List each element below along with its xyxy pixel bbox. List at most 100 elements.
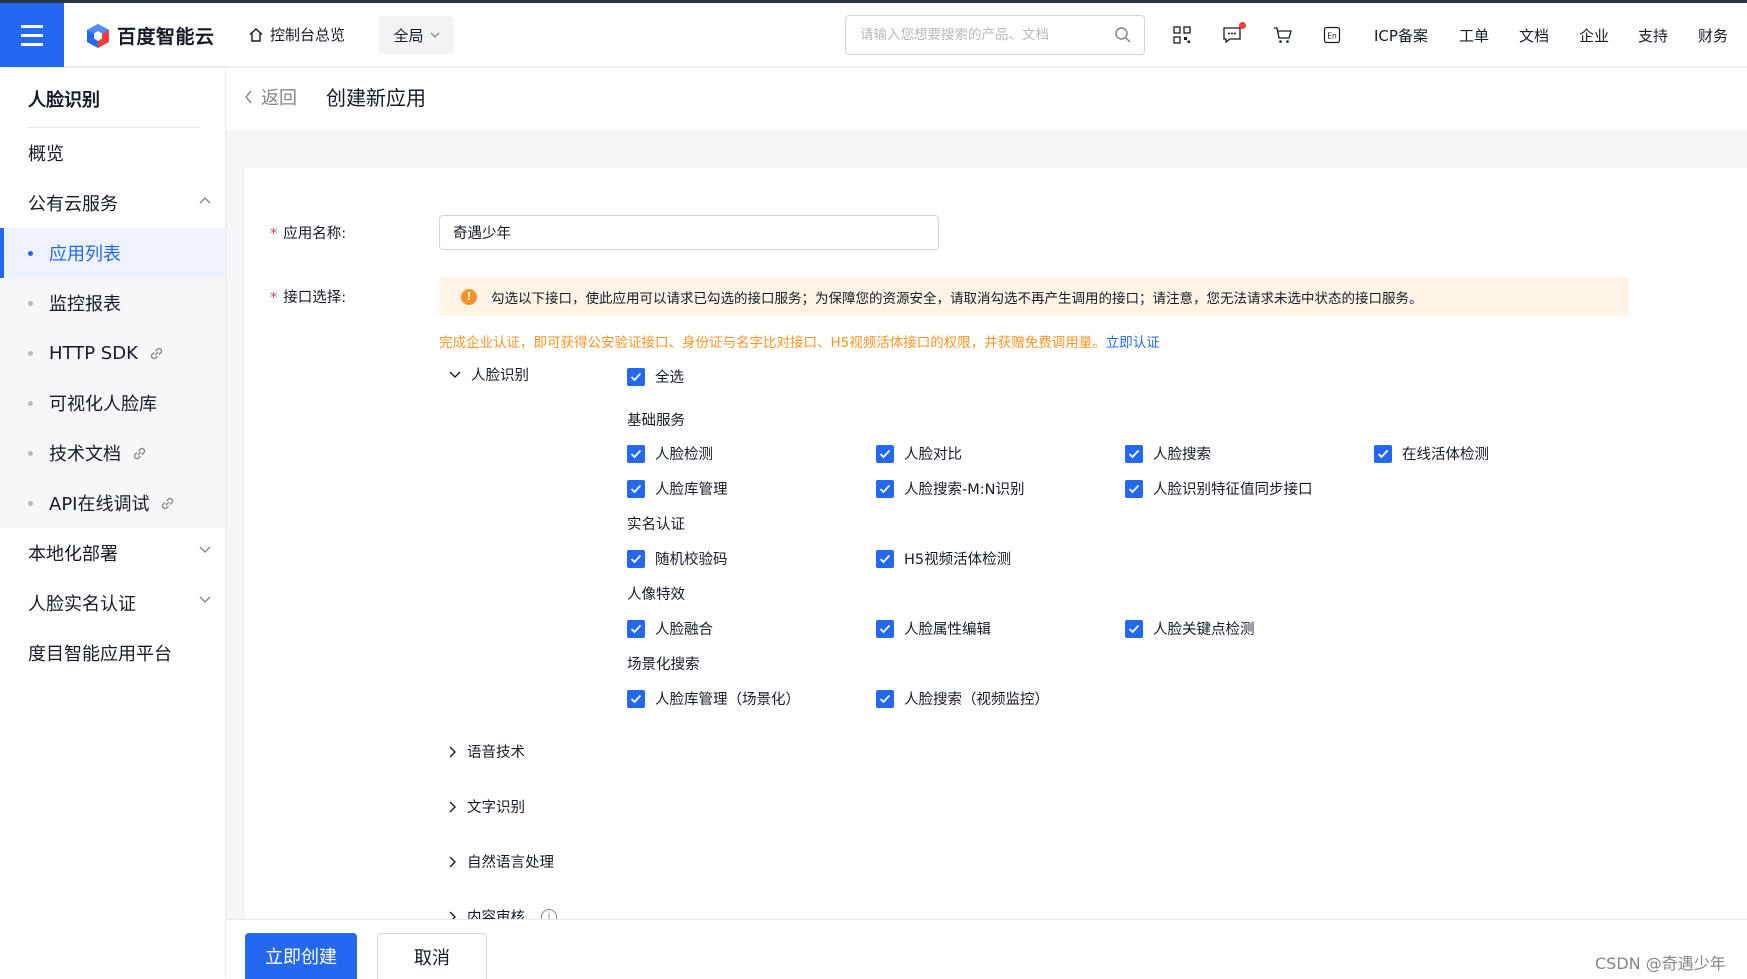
region-select[interactable]: 全局 [379, 16, 454, 54]
api-checkbox[interactable]: 人脸关键点检测 [1125, 618, 1255, 639]
group-speech[interactable]: 语音技术 [449, 741, 525, 762]
category-label: 实名认证 [627, 517, 685, 533]
chevron-down-icon [449, 371, 461, 378]
page-title: 创建新应用 [326, 86, 426, 110]
chevron-down-icon [430, 32, 439, 38]
sidebar-item-face-library[interactable]: 可视化人脸库 [0, 378, 225, 428]
checkbox-checked-icon [627, 444, 645, 463]
group-ocr[interactable]: 文字识别 [449, 796, 525, 817]
bullet-icon [28, 250, 33, 256]
console-home-link[interactable]: 控制台总览 [248, 24, 345, 45]
api-select-label: * 接口选择: [270, 290, 347, 306]
chevron-right-icon [449, 746, 456, 757]
group-face-recognition[interactable]: 人脸识别 [449, 364, 529, 385]
api-checkbox[interactable]: 人脸搜索（视频监控） [876, 688, 1049, 709]
link-icon [150, 347, 162, 359]
bullet-icon [28, 350, 33, 356]
message-button[interactable] [1222, 22, 1246, 48]
page-header [226, 68, 1747, 130]
sidebar-item-realname-auth[interactable]: 人脸实名认证 [0, 578, 225, 628]
watermark: CSDN @奇遇少年 [1595, 954, 1726, 973]
required-mark: * [270, 290, 278, 306]
app-name-input[interactable] [439, 215, 939, 250]
sidebar-item-tech-docs[interactable]: 技术文档 [0, 428, 225, 478]
chevron-down-icon [199, 546, 211, 553]
sidebar-item-api-debug[interactable]: API在线调试 [0, 478, 225, 528]
qrcode-icon[interactable] [1173, 26, 1191, 44]
verify-now-link[interactable]: 立即认证 [1106, 335, 1160, 351]
nav-enterprise[interactable]: 企业 [1579, 25, 1609, 46]
sidebar-item-app-list[interactable]: 应用列表 [0, 228, 225, 278]
checkbox-checked-icon [627, 689, 645, 708]
api-checkbox[interactable]: 在线活体检测 [1374, 443, 1489, 464]
language-en-icon[interactable]: En [1323, 26, 1341, 44]
checkbox-checked-icon [876, 619, 894, 638]
category-label: 基础服务 [627, 413, 685, 429]
sidebar-item-http-sdk[interactable]: HTTP SDK [0, 328, 225, 378]
bullet-icon [28, 300, 33, 306]
api-checkbox[interactable]: 人脸搜索-M:N识别 [876, 478, 1024, 499]
baidu-cloud-logo-icon [87, 23, 109, 48]
back-label: 返回 [261, 88, 297, 109]
checkbox-checked-icon [876, 549, 894, 568]
logo-text: 百度智能云 [117, 26, 215, 48]
checkbox-checked-icon [1125, 479, 1143, 498]
chevron-right-icon [449, 801, 456, 812]
create-button[interactable]: 立即创建 [245, 933, 357, 979]
menu-icon[interactable] [0, 3, 64, 67]
api-checkbox[interactable]: 人脸检测 [627, 443, 713, 464]
sidebar-item-overview[interactable]: 概览 [0, 128, 225, 178]
bullet-icon [28, 500, 33, 506]
api-checkbox[interactable]: 人脸库管理（场景化） [627, 688, 800, 709]
required-mark: * [270, 226, 278, 242]
sidebar-item-dumu-platform[interactable]: 度目智能应用平台 [0, 628, 225, 678]
notice-text: 勾选以下接口，使此应用可以请求已勾选的接口服务；为保障您的资源安全，请取消勾选不… [491, 290, 1423, 307]
warning-icon: ! [461, 288, 477, 305]
top-navbar: 百度智能云 控制台总览 全局 En ICP备案 工单 文档 企业 支持 财务 [0, 3, 1747, 67]
api-checkbox[interactable]: 人脸对比 [876, 443, 962, 464]
chevron-right-icon [449, 856, 456, 867]
link-icon [162, 497, 174, 509]
search-input[interactable] [860, 27, 1100, 43]
sidebar-item-monitor[interactable]: 监控报表 [0, 278, 225, 328]
checkbox-checked-icon [876, 689, 894, 708]
search-icon[interactable] [1114, 26, 1132, 44]
nav-ticket[interactable]: 工单 [1459, 25, 1489, 46]
nav-icp[interactable]: ICP备案 [1374, 25, 1428, 46]
sidebar: 人脸识别 概览 公有云服务 应用列表 监控报表 HTTP SDK 可视化人脸库 … [0, 68, 225, 979]
api-checkbox[interactable]: 人脸融合 [627, 618, 713, 639]
api-checkbox[interactable]: 人脸识别特征值同步接口 [1125, 478, 1313, 499]
home-label: 控制台总览 [270, 26, 346, 44]
select-all-checkbox[interactable]: 全选 [627, 366, 684, 387]
nav-finance[interactable]: 财务 [1698, 25, 1728, 46]
notification-dot [1239, 22, 1246, 29]
search-box [845, 15, 1145, 55]
sidebar-item-local-deploy[interactable]: 本地化部署 [0, 528, 225, 578]
chevron-up-icon [199, 197, 211, 204]
svg-text:En: En [1327, 32, 1337, 41]
chevron-down-icon [199, 596, 211, 603]
link-icon [133, 447, 146, 459]
sidebar-title: 人脸识别 [28, 90, 100, 111]
app-name-label: * 应用名称: [270, 226, 347, 242]
sidebar-item-public-cloud[interactable]: 公有云服务 [0, 178, 225, 228]
checkbox-checked-icon [1374, 444, 1392, 463]
checkbox-checked-icon [627, 479, 645, 498]
category-label: 人像特效 [627, 587, 685, 603]
api-checkbox[interactable]: 随机校验码 [627, 548, 728, 569]
group-nlp[interactable]: 自然语言处理 [449, 851, 554, 872]
message-icon [1223, 27, 1241, 44]
api-checkbox[interactable]: H5视频活体检测 [876, 548, 1011, 569]
enterprise-tip: 完成企业认证，即可获得公安验证接口、身份证与名字比对接口、H5视频活体接口的权限… [439, 335, 1160, 351]
checkbox-checked-icon [1125, 619, 1143, 638]
cart-icon[interactable] [1273, 26, 1292, 44]
nav-support[interactable]: 支持 [1638, 25, 1668, 46]
brand-logo[interactable]: 百度智能云 [86, 22, 215, 49]
nav-docs[interactable]: 文档 [1519, 25, 1549, 46]
api-checkbox[interactable]: 人脸搜索 [1125, 443, 1211, 464]
back-button[interactable]: 返回 [244, 84, 297, 110]
api-checkbox[interactable]: 人脸库管理 [627, 478, 728, 499]
checkbox-checked-icon [627, 549, 645, 568]
api-checkbox[interactable]: 人脸属性编辑 [876, 618, 991, 639]
cancel-button[interactable]: 取消 [377, 933, 487, 979]
